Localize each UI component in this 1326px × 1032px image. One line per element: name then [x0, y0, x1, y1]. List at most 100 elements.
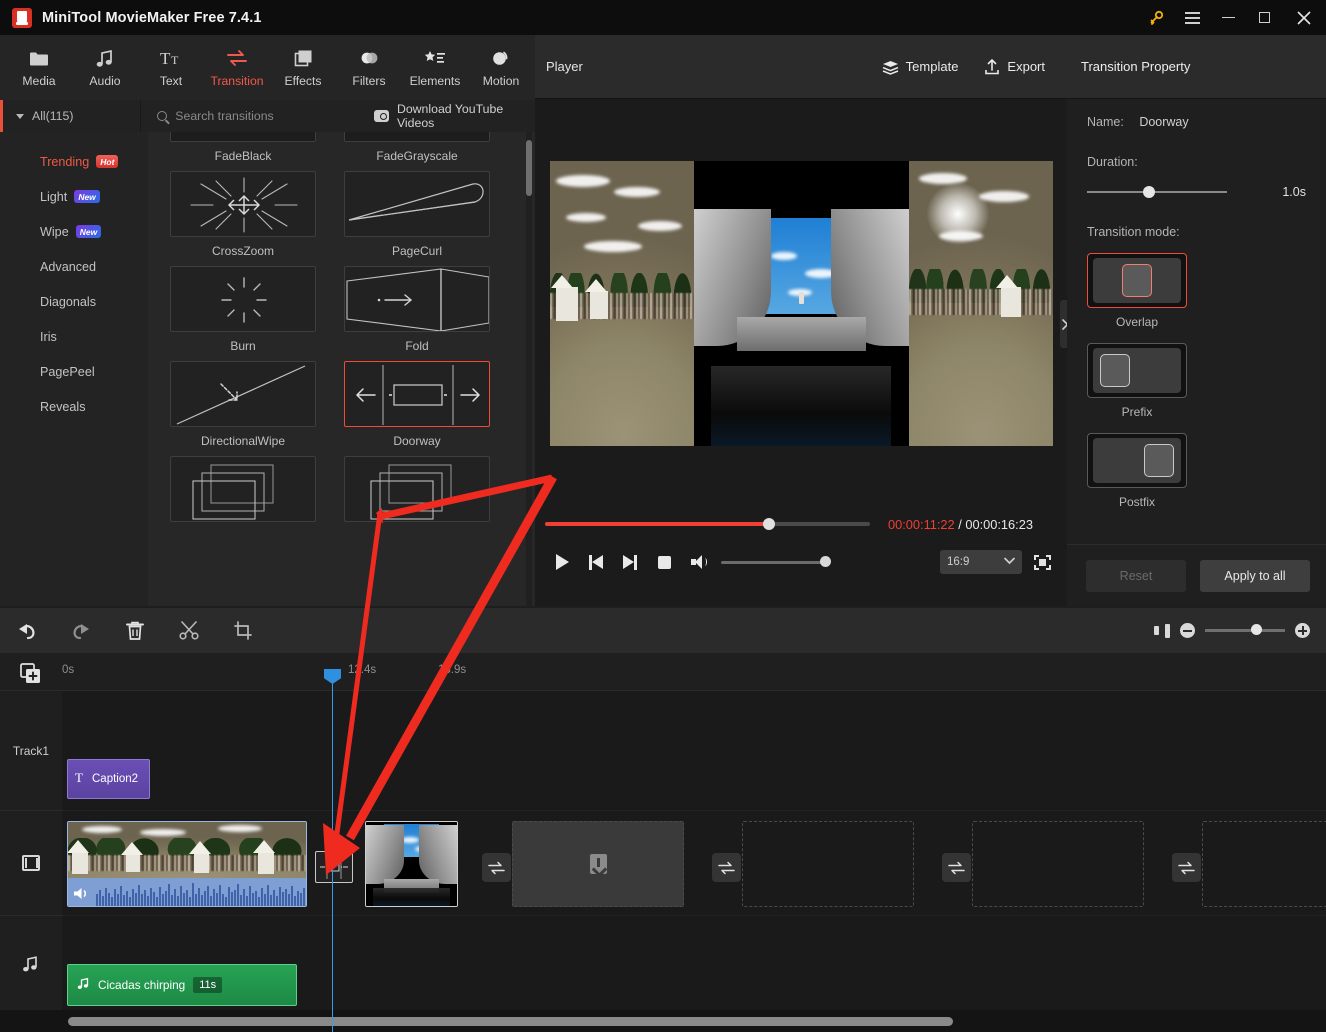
transition-card[interactable] — [344, 456, 490, 545]
sidebar-item-advanced[interactable]: Advanced — [0, 249, 148, 284]
ribbon-item-transition[interactable]: Transition — [204, 37, 270, 99]
transition-card[interactable] — [170, 456, 316, 545]
empty-clip-slot-2[interactable] — [742, 821, 914, 907]
export-button[interactable]: Export — [984, 59, 1045, 75]
mode-label: Overlap — [1115, 315, 1159, 329]
play-button[interactable] — [545, 546, 579, 578]
preview-frame[interactable] — [549, 160, 1053, 446]
transition-mode-prefix[interactable]: Prefix — [1087, 343, 1306, 419]
empty-clip-slot-3[interactable] — [972, 821, 1144, 907]
fullscreen-button[interactable] — [1034, 554, 1051, 570]
transition-card-doorway[interactable]: Doorway — [344, 361, 490, 450]
transition-card-directionalwipe[interactable]: DirectionalWipe — [170, 361, 316, 450]
transition-card-fold[interactable]: Fold — [344, 266, 490, 355]
ribbon-item-filters[interactable]: Filters — [336, 37, 402, 99]
grid-scrollbar-thumb[interactable] — [526, 140, 532, 196]
grid-scrollbar-track[interactable] — [526, 132, 532, 606]
app-window: MiniTool MovieMaker Free 7.4.1 Media Aud… — [0, 0, 1326, 1032]
ribbon-item-elements[interactable]: Elements — [402, 37, 468, 99]
ribbon-item-media[interactable]: Media — [6, 37, 72, 99]
sidebar-item-light[interactable]: Light New — [0, 179, 148, 214]
video-clip-dam[interactable] — [365, 821, 458, 907]
key-icon[interactable] — [1138, 0, 1174, 35]
progress-handle[interactable] — [763, 518, 776, 530]
sidebar-item-reveals[interactable]: Reveals — [0, 389, 148, 424]
all-transitions-dropdown[interactable]: All(115) — [16, 109, 140, 123]
split-button[interactable] — [162, 608, 216, 653]
maximize-button[interactable] — [1246, 0, 1282, 35]
transition-card[interactable]: FadeBlack — [170, 132, 316, 165]
reset-button[interactable]: Reset — [1086, 559, 1186, 592]
audio-clip-cicadas[interactable]: Cicadas chirping 11s — [67, 964, 297, 1006]
new-badge: New — [74, 190, 100, 203]
duration-slider[interactable] — [1087, 185, 1227, 198]
ribbon-item-audio[interactable]: Audio — [72, 37, 138, 99]
plus-circle-icon[interactable] — [1295, 623, 1310, 638]
category-label: Advanced — [40, 259, 97, 274]
track-header-audio[interactable] — [0, 916, 62, 1016]
play-icon — [555, 554, 569, 570]
property-body: Name: Doorway Duration: 1.0s Transition … — [1067, 99, 1326, 509]
download-icon — [589, 854, 607, 874]
menu-hamburger-icon[interactable] — [1174, 0, 1210, 35]
zoom-slider[interactable] — [1205, 624, 1285, 636]
add-transition-button-4[interactable] — [1172, 853, 1201, 882]
empty-clip-slot-1[interactable] — [512, 821, 684, 907]
ribbon-item-text[interactable]: TT Text — [138, 37, 204, 99]
playhead[interactable] — [324, 669, 341, 1032]
transition-card-crosszoom[interactable]: CrossZoom — [170, 171, 316, 260]
add-transition-button-1[interactable] — [482, 853, 511, 882]
timeline-ruler[interactable]: 0s 12.4s 16.9s — [0, 653, 1326, 691]
lane-video[interactable] — [62, 811, 1326, 916]
apply-to-all-button[interactable]: Apply to all — [1200, 559, 1310, 592]
timeline-panel: 0s 12.4s 16.9s Track1 T Caption2 Cicadas… — [0, 653, 1326, 1032]
duration-handle[interactable] — [1143, 185, 1155, 198]
lane-track1[interactable]: T Caption2 — [62, 691, 1326, 811]
volume-handle[interactable] — [820, 556, 831, 567]
delete-button[interactable] — [108, 608, 162, 653]
add-media-icon[interactable] — [20, 663, 42, 683]
download-label: Download YouTube Videos — [396, 102, 504, 130]
empty-clip-slot-4[interactable] — [1202, 821, 1326, 907]
volume-button[interactable] — [681, 546, 715, 578]
zoom-handle[interactable] — [1251, 624, 1263, 636]
doorway-transition-marker[interactable] — [315, 851, 353, 883]
template-button[interactable]: Template — [882, 59, 958, 75]
transition-mode-overlap[interactable]: Overlap — [1087, 253, 1306, 329]
minimize-button[interactable] — [1210, 0, 1246, 35]
stop-button[interactable] — [647, 546, 681, 578]
track-header-track1[interactable]: Track1 — [0, 691, 62, 811]
add-transition-button-3[interactable] — [942, 853, 971, 882]
lane-audio[interactable]: Cicadas chirping 11s — [62, 916, 1326, 1016]
fit-to-screen-icon[interactable] — [1154, 623, 1170, 638]
sidebar-item-trending[interactable]: Trending Hot — [0, 144, 148, 179]
close-button[interactable] — [1282, 0, 1326, 35]
add-transition-button-2[interactable] — [712, 853, 741, 882]
caption-clip[interactable]: T Caption2 — [67, 759, 150, 799]
transition-card-pagecurl[interactable]: PageCurl — [344, 171, 490, 260]
aspect-ratio-select[interactable]: 16:9 — [940, 550, 1022, 574]
track-header-video[interactable] — [0, 811, 62, 916]
timeline-hscrollbar-thumb[interactable] — [68, 1017, 953, 1026]
sidebar-item-iris[interactable]: Iris — [0, 319, 148, 354]
playback-progress-slider[interactable] — [545, 518, 870, 530]
transition-card-burn[interactable]: Burn — [170, 266, 316, 355]
search-transitions-input[interactable]: Search transitions — [157, 109, 374, 123]
transition-mode-postfix[interactable]: Postfix — [1087, 433, 1306, 509]
next-frame-button[interactable] — [613, 546, 647, 578]
ribbon-item-motion[interactable]: Motion — [468, 37, 534, 99]
redo-button[interactable] — [54, 608, 108, 653]
undo-button[interactable] — [0, 608, 54, 653]
ribbon-item-effects[interactable]: Effects — [270, 37, 336, 99]
volume-slider[interactable] — [721, 556, 831, 567]
sidebar-item-pagepeel[interactable]: PagePeel — [0, 354, 148, 389]
ribbon-label: Effects — [284, 74, 322, 88]
sidebar-item-diagonals[interactable]: Diagonals — [0, 284, 148, 319]
crop-button[interactable] — [216, 608, 270, 653]
sidebar-item-wipe[interactable]: Wipe New — [0, 214, 148, 249]
minus-circle-icon[interactable] — [1180, 623, 1195, 638]
previous-frame-button[interactable] — [579, 546, 613, 578]
video-clip-festival[interactable] — [67, 821, 307, 907]
download-youtube-videos-button[interactable]: Download YouTube Videos — [373, 102, 535, 130]
transition-card[interactable]: FadeGrayscale — [344, 132, 490, 165]
